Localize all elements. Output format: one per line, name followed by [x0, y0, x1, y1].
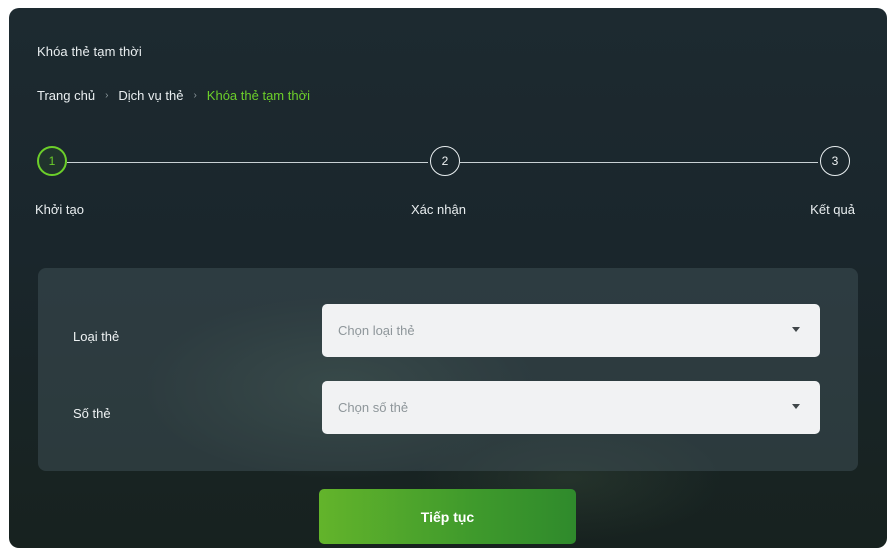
breadcrumb-current: Khóa thẻ tạm thời [206, 88, 310, 103]
step-2-label: Xác nhận [411, 202, 466, 217]
card-type-placeholder: Chọn loại thẻ [338, 323, 415, 338]
step-1-indicator: 1 [37, 146, 67, 176]
step-2-indicator: 2 [430, 146, 460, 176]
breadcrumb-separator-icon: › [105, 90, 109, 101]
card-form: Loại thẻ Chọn loại thẻ Số thẻ Chọn số th… [38, 268, 858, 471]
breadcrumb-separator-icon: › [193, 90, 197, 101]
step-3-indicator: 3 [820, 146, 850, 176]
breadcrumb-card-services[interactable]: Dịch vụ thẻ [118, 88, 183, 103]
card-number-select[interactable]: Chọn số thẻ [322, 381, 820, 434]
lock-card-panel: Khóa thẻ tạm thời Trang chủ › Dịch vụ th… [9, 8, 887, 548]
caret-down-icon [792, 327, 800, 332]
card-number-label: Số thẻ [73, 406, 111, 421]
step-3-label: Kết quả [810, 202, 855, 217]
step-1-label: Khởi tạo [35, 202, 84, 217]
stepper-connector [460, 162, 818, 163]
card-type-label: Loại thẻ [73, 329, 120, 344]
progress-stepper: 1 2 3 Khởi tạo Xác nhận Kết quả [9, 146, 887, 226]
continue-button[interactable]: Tiếp tục [319, 489, 576, 544]
card-type-select[interactable]: Chọn loại thẻ [322, 304, 820, 357]
breadcrumb-home[interactable]: Trang chủ [37, 88, 95, 103]
stepper-connector [67, 162, 428, 163]
card-number-placeholder: Chọn số thẻ [338, 400, 409, 415]
page-title: Khóa thẻ tạm thời [37, 44, 142, 59]
caret-down-icon [792, 404, 800, 409]
breadcrumb: Trang chủ › Dịch vụ thẻ › Khóa thẻ tạm t… [37, 88, 310, 103]
